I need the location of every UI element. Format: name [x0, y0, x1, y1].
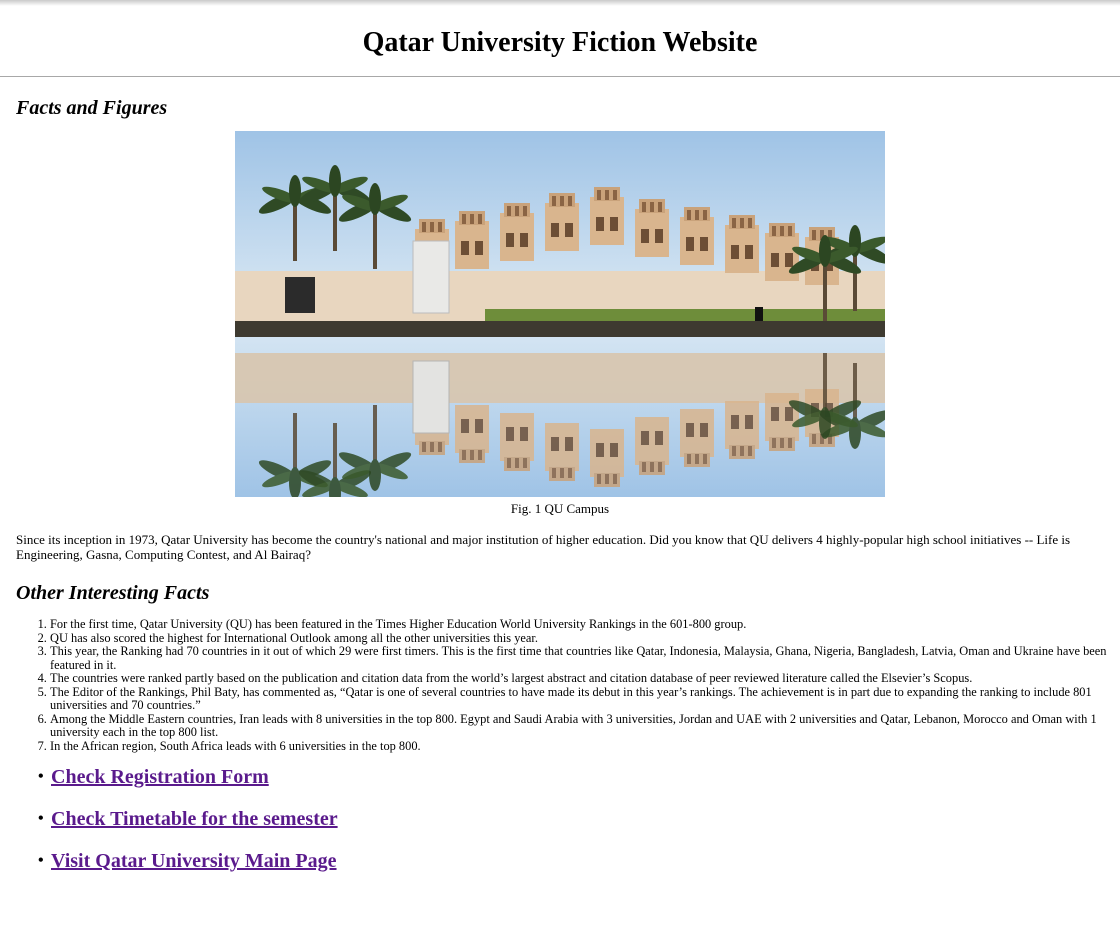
- qu-main-page-link[interactable]: Visit Qatar University Main Page: [51, 850, 337, 872]
- timetable-link[interactable]: Check Timetable for the semester: [51, 808, 338, 830]
- registration-form-link[interactable]: Check Registration Form: [51, 766, 269, 788]
- intro-paragraph: Since its inception in 1973, Qatar Unive…: [16, 532, 1071, 562]
- link-item: • Check Registration Form: [38, 765, 1120, 789]
- campus-image: [235, 131, 885, 497]
- list-item: QU has also scored the highest for Inter…: [50, 631, 1114, 646]
- window-top-shadow: [0, 0, 1120, 6]
- list-item: The Editor of the Rankings, Phil Baty, h…: [50, 685, 1114, 713]
- facts-list: For the first time, Qatar University (QU…: [16, 617, 1120, 754]
- facts-heading: Facts and Figures: [16, 97, 168, 119]
- bullet-icon: •: [38, 852, 44, 869]
- list-item: Among the Middle Eastern countries, Iran…: [50, 712, 1114, 740]
- list-item: In the African region, South Africa lead…: [50, 739, 1114, 754]
- page-title: Qatar University Fiction Website: [362, 27, 758, 58]
- list-item: For the first time, Qatar University (QU…: [50, 617, 1114, 632]
- title-divider: [0, 76, 1120, 77]
- list-item: This year, the Ranking had 70 countries …: [50, 644, 1114, 672]
- bullet-icon: •: [38, 810, 44, 827]
- page: Qatar University Fiction Website Facts a…: [0, 0, 1120, 926]
- links-list: • Check Registration Form • Check Timeta…: [16, 765, 1120, 873]
- figure-caption: Fig. 1 QU Campus: [510, 501, 610, 516]
- campus-figure: Fig. 1 QU Campus: [16, 131, 1120, 517]
- bullet-icon: •: [38, 768, 44, 785]
- link-item: • Visit Qatar University Main Page: [38, 849, 1120, 873]
- list-item: The countries were ranked partly based o…: [50, 671, 1114, 686]
- other-facts-heading: Other Interesting Facts: [16, 582, 210, 604]
- link-item: • Check Timetable for the semester: [38, 807, 1120, 831]
